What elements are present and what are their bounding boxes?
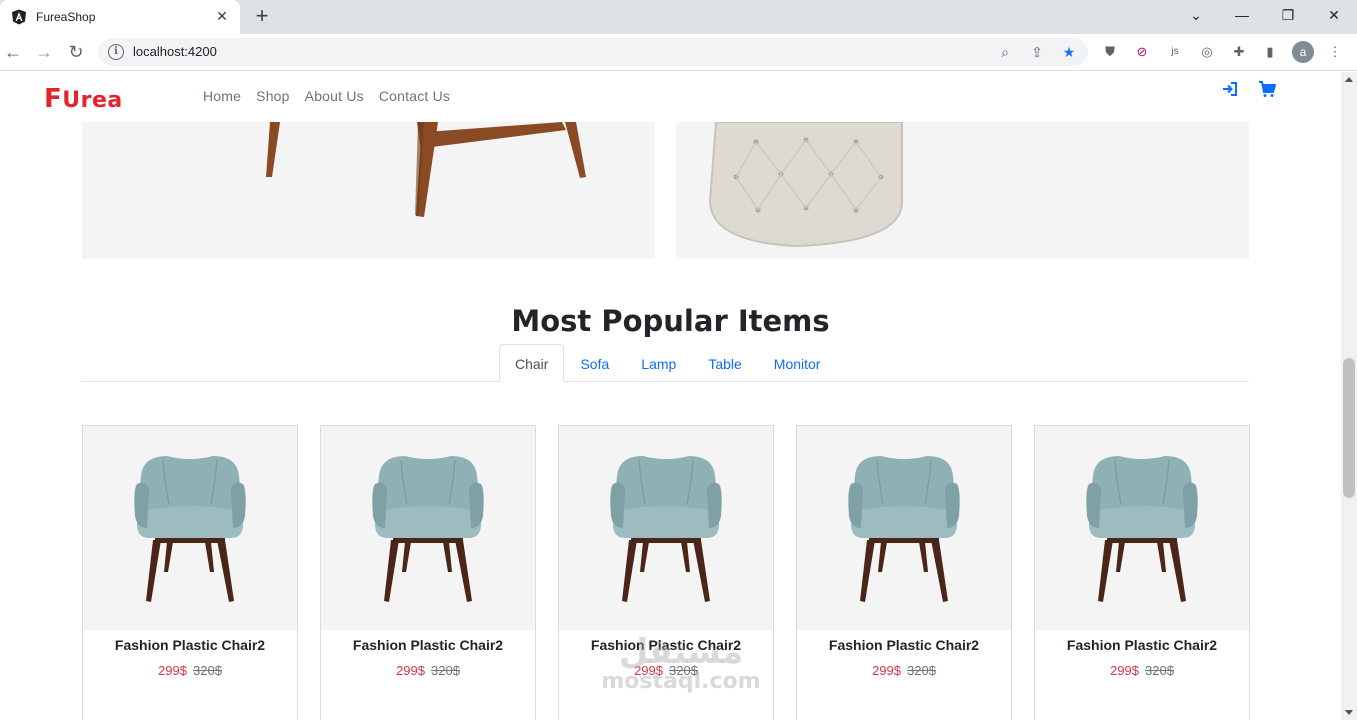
product-image[interactable]	[559, 426, 773, 630]
chair-image	[1086, 456, 1198, 602]
product-price: 299$	[158, 663, 187, 678]
zoom-icon[interactable]: ⌕	[996, 43, 1014, 61]
browser-tab[interactable]: FureaShop ✕	[0, 0, 240, 34]
watermark-arabic: مستقل	[618, 632, 744, 672]
banner-left	[82, 122, 655, 259]
back-icon[interactable]: ←	[2, 41, 24, 63]
chair-image	[848, 456, 960, 602]
logo-text: Urea	[62, 88, 123, 113]
tab-sofa[interactable]: Sofa	[564, 344, 625, 382]
restore-icon[interactable]: ❐	[1278, 6, 1298, 24]
forward-icon[interactable]: →	[33, 41, 55, 63]
chair-image	[372, 456, 484, 602]
category-tabs: Chair Sofa Lamp Table Monitor	[81, 344, 1249, 382]
product-name[interactable]: Fashion Plastic Chair2	[83, 637, 297, 653]
watermark-latin: mostaql.com	[601, 669, 761, 694]
page-viewport: FUrea Home Shop About Us Contact Us Most…	[0, 72, 1341, 720]
product-image[interactable]	[83, 426, 297, 630]
nav-about[interactable]: About Us	[305, 88, 364, 104]
tab-table[interactable]: Table	[692, 344, 757, 382]
js-extension-icon[interactable]: js	[1166, 43, 1184, 61]
site-info-icon[interactable]: i	[108, 44, 124, 60]
armchair-legs-image	[266, 122, 586, 217]
site-logo[interactable]: FUrea	[44, 84, 123, 114]
nav-home[interactable]: Home	[203, 88, 241, 104]
profile-avatar[interactable]: a	[1292, 41, 1314, 63]
tab-lamp[interactable]: Lamp	[625, 344, 692, 382]
product-image[interactable]	[797, 426, 1011, 630]
product-old-price: 320$	[1145, 663, 1174, 678]
side-panel-icon[interactable]: ▮	[1261, 43, 1279, 61]
product-prices: 299$ 320$	[1035, 663, 1249, 678]
new-tab-icon[interactable]: +	[252, 5, 272, 27]
product-name[interactable]: Fashion Plastic Chair2	[797, 637, 1011, 653]
close-tab-icon[interactable]: ✕	[214, 8, 230, 24]
product-price: 299$	[396, 663, 425, 678]
tab-monitor[interactable]: Monitor	[758, 344, 837, 382]
page-scrollbar[interactable]	[1341, 72, 1357, 720]
login-icon[interactable]	[1221, 80, 1239, 98]
product-prices: 299$ 320$	[321, 663, 535, 678]
logo-f: F	[44, 84, 63, 114]
menu-kebab-icon[interactable]: ⋮	[1326, 43, 1344, 61]
product-name[interactable]: Fashion Plastic Chair2	[321, 637, 535, 653]
nav-shop[interactable]: Shop	[256, 88, 290, 104]
extensions-puzzle-icon[interactable]: ✚	[1230, 43, 1248, 61]
watermark: مستقل mostaql.com	[596, 634, 766, 694]
share-icon[interactable]: ⇪	[1028, 43, 1046, 61]
url-text[interactable]: localhost:4200	[133, 44, 217, 59]
product-card[interactable]: Fashion Plastic Chair2 299$ 320$	[1034, 425, 1250, 720]
ublock-icon[interactable]: ⛊	[1101, 43, 1119, 61]
product-old-price: 320$	[193, 663, 222, 678]
product-old-price: 320$	[431, 663, 460, 678]
chair-image	[610, 456, 722, 602]
browser-tab-strip: FureaShop ✕ + ⌄ — ❐ ✕	[0, 0, 1357, 34]
tab-chair[interactable]: Chair	[499, 344, 565, 382]
product-prices: 299$ 320$	[83, 663, 297, 678]
product-price: 299$	[1110, 663, 1139, 678]
section-title: Most Popular Items	[511, 304, 830, 338]
scroll-up-icon[interactable]	[1345, 77, 1353, 82]
browser-toolbar: ← → ↻ i localhost:4200 ⌕ ⇪ ★ ⛊ ⊘ js ◎ ✚ …	[0, 34, 1357, 71]
nav-contact[interactable]: Contact Us	[379, 88, 450, 104]
address-bar[interactable]: i localhost:4200 ⌕ ⇪ ★	[98, 38, 1088, 66]
product-price: 299$	[872, 663, 901, 678]
product-card[interactable]: Fashion Plastic Chair2 299$ 320$	[796, 425, 1012, 720]
bookmark-star-icon[interactable]: ★	[1060, 43, 1078, 61]
tab-search-icon[interactable]: ⌄	[1186, 6, 1206, 24]
cart-icon[interactable]	[1258, 80, 1276, 98]
site-navbar: FUrea Home Shop About Us Contact Us	[0, 72, 1341, 122]
compass-icon[interactable]: ◎	[1198, 43, 1216, 61]
banner-right	[676, 122, 1249, 259]
block-icon[interactable]: ⊘	[1133, 43, 1151, 61]
ottoman-image	[708, 122, 903, 248]
product-card[interactable]: Fashion Plastic Chair2 299$ 320$	[82, 425, 298, 720]
close-window-icon[interactable]: ✕	[1324, 6, 1344, 24]
product-prices: 299$ 320$	[797, 663, 1011, 678]
scroll-down-icon[interactable]	[1345, 710, 1353, 715]
product-card[interactable]: Fashion Plastic Chair2 299$ 320$	[320, 425, 536, 720]
angular-icon	[12, 9, 26, 25]
product-image[interactable]	[321, 426, 535, 630]
main-nav: Home Shop About Us Contact Us	[203, 88, 450, 104]
product-old-price: 320$	[907, 663, 936, 678]
reload-icon[interactable]: ↻	[65, 41, 87, 63]
product-image[interactable]	[1035, 426, 1249, 630]
tab-title: FureaShop	[36, 10, 96, 24]
product-name[interactable]: Fashion Plastic Chair2	[1035, 637, 1249, 653]
minimize-icon[interactable]: —	[1232, 6, 1252, 24]
category-tabs-list: Chair Sofa Lamp Table Monitor	[499, 344, 836, 382]
scroll-thumb[interactable]	[1343, 358, 1355, 498]
chair-image	[134, 456, 246, 602]
